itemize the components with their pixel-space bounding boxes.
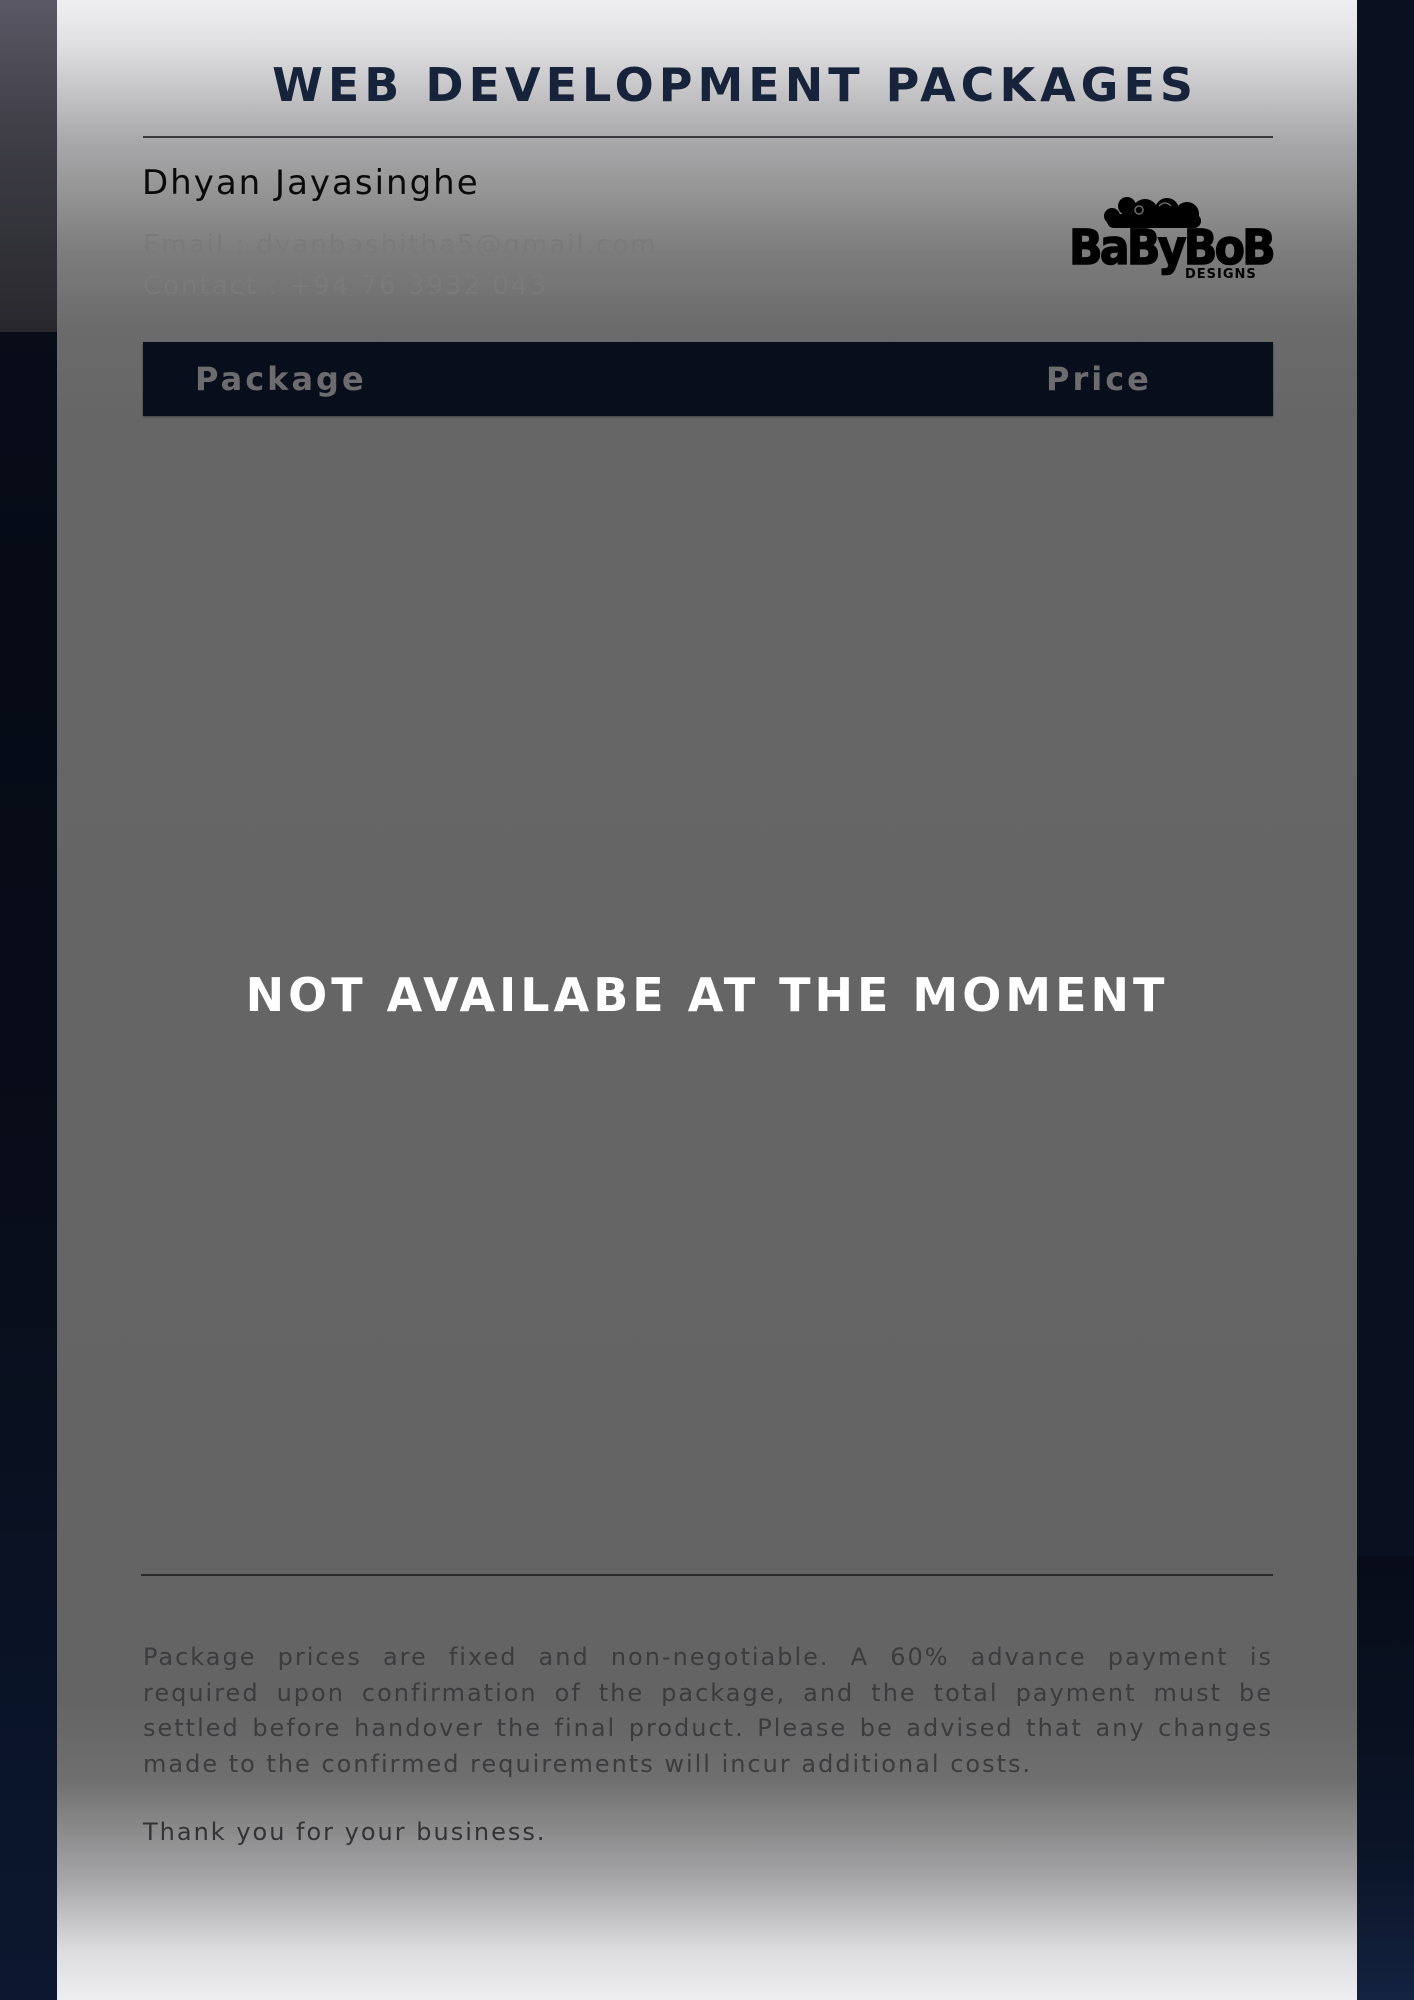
document-title: WEB DEVELOPMENT PACKAGES bbox=[272, 58, 1198, 112]
email-line: Email : dyanbashitha5@gmail.com bbox=[143, 230, 658, 260]
thank-you-note: Thank you for your business. bbox=[143, 1818, 547, 1846]
left-edge-strip-top bbox=[0, 0, 57, 332]
terms-paragraph: Package prices are fixed and non-negotia… bbox=[143, 1643, 1273, 1778]
logo-sub-text: DESIGNS bbox=[1185, 267, 1257, 280]
column-header-price: Price bbox=[1046, 360, 1152, 398]
babybob-designs-logo: BaByBoB DESIGNS bbox=[1068, 197, 1277, 280]
document-page: WEB DEVELOPMENT PACKAGES Dhyan Jayasingh… bbox=[57, 0, 1357, 2000]
column-header-package: Package bbox=[195, 360, 367, 398]
author-name: Dhyan Jayasinghe bbox=[142, 163, 480, 203]
title-divider bbox=[143, 136, 1273, 138]
package-table-header: Package Price bbox=[143, 342, 1273, 416]
contact-line: Contact : +94 76 3932 043 bbox=[143, 271, 548, 301]
right-edge-strip bbox=[1357, 1556, 1414, 2000]
availability-notice: NOT AVAILABE AT THE MOMENT bbox=[245, 968, 1169, 1022]
footer-divider bbox=[141, 1574, 1273, 1576]
